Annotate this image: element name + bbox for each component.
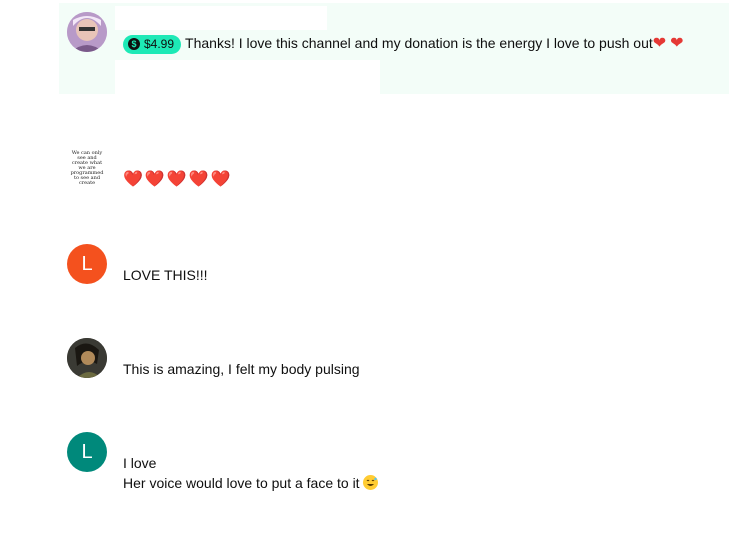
dollar-icon: $ <box>128 38 140 51</box>
comment-body: ❤️❤️❤️❤️❤️ <box>123 171 233 188</box>
avatar[interactable]: L <box>67 432 107 472</box>
heart-icon: ❤ <box>670 35 684 52</box>
avatar-letter: L <box>81 441 93 463</box>
comment: This is amazing, I felt my body pulsing <box>0 338 729 388</box>
comment-body: LOVE THIS!!! <box>123 267 208 283</box>
avatar[interactable] <box>67 338 107 378</box>
smiling-face-icon <box>363 475 379 490</box>
heart-icon: ❤ <box>652 35 667 52</box>
comment-body-line-2: Her voice would love to put a face to it <box>123 473 379 493</box>
comment-text: $ $4.99 Thanks! I love this channel and … <box>123 33 683 54</box>
avatar-letter: L <box>81 253 93 275</box>
donation-amount: $4.99 <box>144 37 175 52</box>
avatar[interactable]: L <box>67 244 107 284</box>
comment-body: This is amazing, I felt my body pulsing <box>123 361 360 377</box>
donation-amount-badge: $ $4.99 <box>123 34 182 54</box>
comment: L LOVE THIS!!! <box>0 244 729 294</box>
user-photo-icon <box>67 338 107 378</box>
comment-body-line-1: I love <box>123 455 157 471</box>
avatar[interactable]: We can only see and create what we are p… <box>67 148 107 188</box>
user-photo-icon <box>67 12 107 52</box>
comment-body: Thanks! I love this channel and my donat… <box>185 35 653 51</box>
comment: We can only see and create what we are p… <box>0 148 729 198</box>
avatar[interactable] <box>67 12 107 52</box>
paid-comment: $ $4.99 Thanks! I love this channel and … <box>0 0 729 100</box>
comment: L I love Her voice would love to put a f… <box>0 432 729 502</box>
